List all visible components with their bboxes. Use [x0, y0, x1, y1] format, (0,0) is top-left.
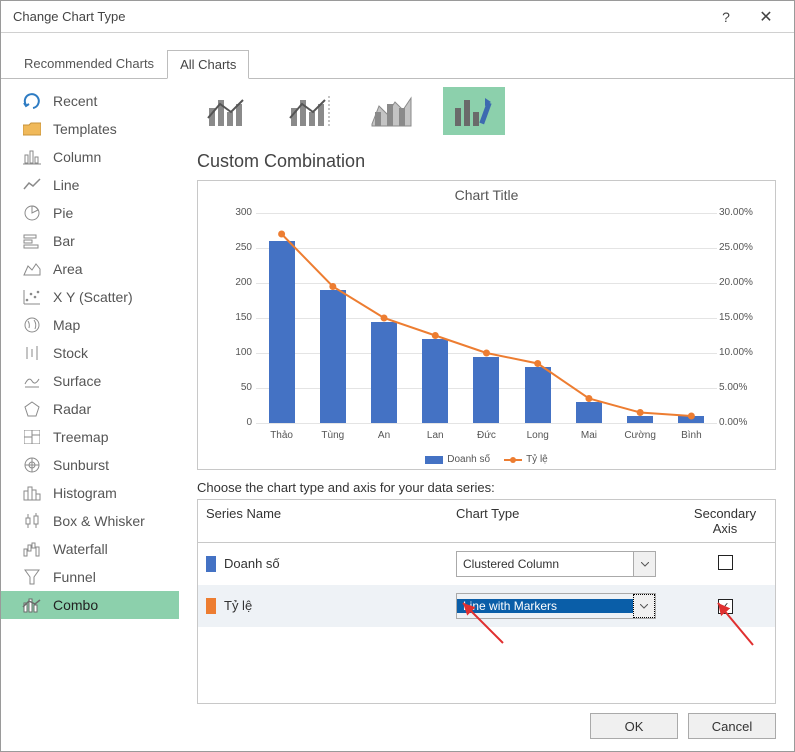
- label: Histogram: [53, 485, 117, 501]
- label: Pie: [53, 205, 73, 221]
- ok-button[interactable]: OK: [590, 713, 678, 739]
- subtype-3[interactable]: [361, 87, 423, 135]
- treemap-icon: [21, 428, 43, 446]
- label: Combo: [53, 597, 98, 613]
- window-title: Change Chart Type: [13, 9, 706, 24]
- surface-icon: [21, 372, 43, 390]
- dialog-footer: OK Cancel: [590, 713, 776, 739]
- th-chart-type: Chart Type: [448, 500, 675, 542]
- chevron-down-icon: [633, 594, 655, 618]
- sidebar-item-line[interactable]: Line: [1, 171, 179, 199]
- label: Column: [53, 149, 101, 165]
- stock-icon: [21, 344, 43, 362]
- sidebar-item-surface[interactable]: Surface: [1, 367, 179, 395]
- chart-legend: Doanh số Tỷ lệ: [198, 454, 775, 465]
- label: Area: [53, 261, 83, 277]
- th-secondary-axis: Secondary Axis: [675, 500, 775, 542]
- sunburst-icon: [21, 456, 43, 474]
- boxwhisker-icon: [21, 512, 43, 530]
- th-series-name: Series Name: [198, 500, 448, 542]
- chart-preview: Chart Title 050100150200250300 0.00%5.00…: [197, 180, 776, 470]
- chart-type-dropdown-1[interactable]: Clustered Column: [456, 551, 656, 577]
- series-row-1[interactable]: Doanh số Clustered Column: [198, 543, 775, 585]
- tabs: Recommended Charts All Charts: [11, 49, 794, 78]
- chart-type-sidebar: Recent Templates Column Line Pie Bar Are…: [1, 79, 179, 714]
- titlebar: Change Chart Type ? ✕: [1, 1, 794, 33]
- sidebar-item-templates[interactable]: Templates: [1, 115, 179, 143]
- funnel-icon: [21, 568, 43, 586]
- sidebar-item-scatter[interactable]: X Y (Scatter): [1, 283, 179, 311]
- combo-icon: [21, 596, 43, 614]
- combo-subtypes: [197, 87, 776, 135]
- column-icon: [21, 148, 43, 166]
- sidebar-item-waterfall[interactable]: Waterfall: [1, 535, 179, 563]
- close-button[interactable]: ✕: [746, 1, 786, 33]
- area-icon: [21, 260, 43, 278]
- sidebar-item-boxwhisker[interactable]: Box & Whisker: [1, 507, 179, 535]
- chart-type-dropdown-2[interactable]: Line with Markers: [456, 593, 656, 619]
- sidebar-item-recent[interactable]: Recent: [1, 87, 179, 115]
- main-pane: Custom Combination Chart Title 050100150…: [179, 79, 794, 714]
- sidebar-item-map[interactable]: Map: [1, 311, 179, 339]
- subtype-2[interactable]: [279, 87, 341, 135]
- tab-all-charts[interactable]: All Charts: [167, 50, 249, 79]
- label: Funnel: [53, 569, 96, 585]
- label: Box & Whisker: [53, 513, 145, 529]
- label: Treemap: [53, 429, 109, 445]
- series-table: Series Name Chart Type Secondary Axis Do…: [197, 499, 776, 704]
- sidebar-item-pie[interactable]: Pie: [1, 199, 179, 227]
- histogram-icon: [21, 484, 43, 502]
- choose-label: Choose the chart type and axis for your …: [197, 480, 776, 495]
- label: Stock: [53, 345, 88, 361]
- pie-icon: [21, 204, 43, 222]
- sidebar-item-area[interactable]: Area: [1, 255, 179, 283]
- recent-icon: [21, 92, 43, 110]
- line-icon: [21, 176, 43, 194]
- secondary-axis-checkbox-1[interactable]: [718, 555, 733, 570]
- tab-recommended[interactable]: Recommended Charts: [11, 49, 167, 78]
- series-swatch: [206, 598, 216, 614]
- series-swatch: [206, 556, 216, 572]
- sidebar-item-column[interactable]: Column: [1, 143, 179, 171]
- sidebar-item-combo[interactable]: Combo: [1, 591, 179, 619]
- label: Line: [53, 177, 79, 193]
- scatter-icon: [21, 288, 43, 306]
- label: Templates: [53, 121, 117, 137]
- cancel-button[interactable]: Cancel: [688, 713, 776, 739]
- label: Radar: [53, 401, 91, 417]
- sidebar-item-stock[interactable]: Stock: [1, 339, 179, 367]
- chevron-down-icon: [633, 552, 655, 576]
- series-row-2[interactable]: Tỷ lệ Line with Markers ✓: [198, 585, 775, 627]
- sidebar-item-radar[interactable]: Radar: [1, 395, 179, 423]
- label: Waterfall: [53, 541, 108, 557]
- label: Bar: [53, 233, 75, 249]
- label: Map: [53, 317, 80, 333]
- sidebar-item-histogram[interactable]: Histogram: [1, 479, 179, 507]
- help-button[interactable]: ?: [706, 1, 746, 33]
- chart-title: Chart Title: [198, 187, 775, 203]
- radar-icon: [21, 400, 43, 418]
- folder-icon: [21, 120, 43, 138]
- subtype-4-custom[interactable]: [443, 87, 505, 135]
- sidebar-item-funnel[interactable]: Funnel: [1, 563, 179, 591]
- waterfall-icon: [21, 540, 43, 558]
- label: Recent: [53, 93, 97, 109]
- map-icon: [21, 316, 43, 334]
- label: Sunburst: [53, 457, 109, 473]
- subtype-1[interactable]: [197, 87, 259, 135]
- subtype-heading: Custom Combination: [197, 151, 776, 172]
- sidebar-item-sunburst[interactable]: Sunburst: [1, 451, 179, 479]
- label: X Y (Scatter): [53, 289, 133, 305]
- secondary-axis-checkbox-2[interactable]: ✓: [718, 599, 733, 614]
- bar-icon: [21, 232, 43, 250]
- sidebar-item-bar[interactable]: Bar: [1, 227, 179, 255]
- label: Surface: [53, 373, 101, 389]
- sidebar-item-treemap[interactable]: Treemap: [1, 423, 179, 451]
